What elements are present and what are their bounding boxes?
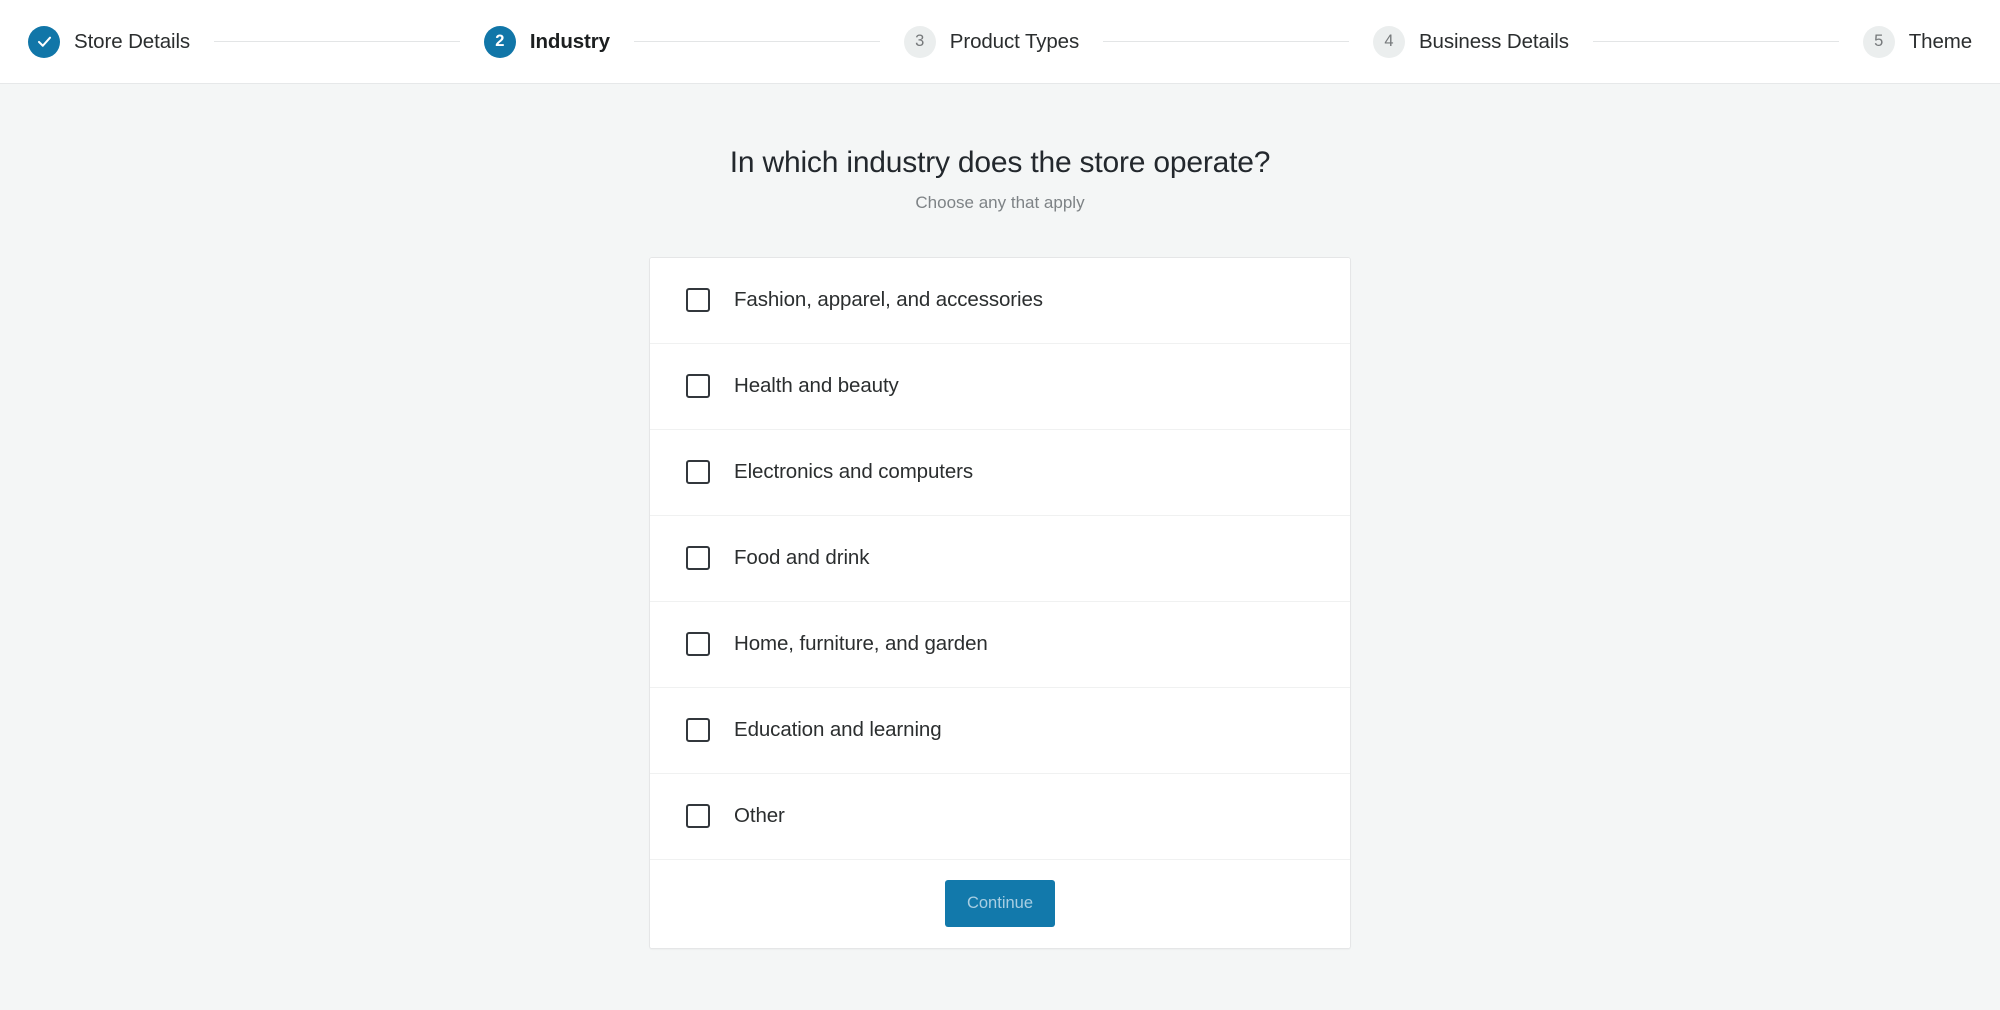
card-actions: Continue <box>650 859 1350 948</box>
industry-option-home-furniture[interactable]: Home, furniture, and garden <box>650 601 1350 688</box>
industry-option-electronics[interactable]: Electronics and computers <box>650 429 1350 516</box>
stepper-step-business-details[interactable]: 4 Business Details <box>1372 25 1569 58</box>
stepper-connector-1 <box>214 41 460 42</box>
industry-option-other[interactable]: Other <box>650 773 1350 860</box>
step-marker-5: 5 <box>1862 25 1895 58</box>
stepper-connector-4 <box>1592 41 1839 42</box>
stepper-connector-3 <box>1103 41 1349 42</box>
main-content: In which industry does the store operate… <box>0 84 2000 949</box>
industry-option-label: Education and learning <box>734 718 942 741</box>
stepper-connector-2 <box>633 41 880 42</box>
stepper-label-product-types: Product Types <box>949 29 1080 53</box>
checkbox-icon[interactable] <box>686 546 710 570</box>
industry-option-fashion[interactable]: Fashion, apparel, and accessories <box>650 257 1350 344</box>
industry-option-food-drink[interactable]: Food and drink <box>650 515 1350 602</box>
stepper-label-industry: Industry <box>529 29 610 53</box>
stepper-label-theme: Theme <box>1908 29 1973 53</box>
stepper-label-store-details: Store Details <box>74 29 191 53</box>
industry-option-label: Home, furniture, and garden <box>734 632 988 655</box>
industry-option-label: Other <box>734 804 785 827</box>
checkbox-icon[interactable] <box>686 804 710 828</box>
checkbox-icon[interactable] <box>686 374 710 398</box>
industry-option-label: Food and drink <box>734 546 870 569</box>
industry-option-education[interactable]: Education and learning <box>650 687 1350 774</box>
checkbox-icon[interactable] <box>686 718 710 742</box>
step-marker-completed-icon <box>28 25 60 58</box>
stepper-step-theme[interactable]: 5 Theme <box>1862 25 1973 58</box>
checkbox-icon[interactable] <box>686 460 710 484</box>
industry-card: Fashion, apparel, and accessories Health… <box>649 256 1351 949</box>
stepper-step-industry[interactable]: 2 Industry <box>483 25 610 58</box>
page-subtitle: Choose any that apply <box>915 192 1085 212</box>
stepper-header: Store Details 2 Industry 3 Product Types… <box>0 0 2000 84</box>
industry-option-label: Electronics and computers <box>734 460 974 483</box>
industry-option-label: Health and beauty <box>734 374 899 397</box>
continue-button[interactable]: Continue <box>944 880 1056 927</box>
step-marker-4: 4 <box>1372 25 1405 58</box>
checkbox-icon[interactable] <box>686 288 710 312</box>
step-marker-2: 2 <box>483 25 516 58</box>
page-title: In which industry does the store operate… <box>729 146 1271 179</box>
industry-option-health-beauty[interactable]: Health and beauty <box>650 343 1350 430</box>
stepper-step-store-details[interactable]: Store Details <box>28 25 191 58</box>
step-marker-3: 3 <box>903 25 936 58</box>
checkbox-icon[interactable] <box>686 632 710 656</box>
stepper-step-product-types[interactable]: 3 Product Types <box>903 25 1080 58</box>
stepper-label-business-details: Business Details <box>1418 29 1569 53</box>
industry-option-label: Fashion, apparel, and accessories <box>734 288 1043 311</box>
